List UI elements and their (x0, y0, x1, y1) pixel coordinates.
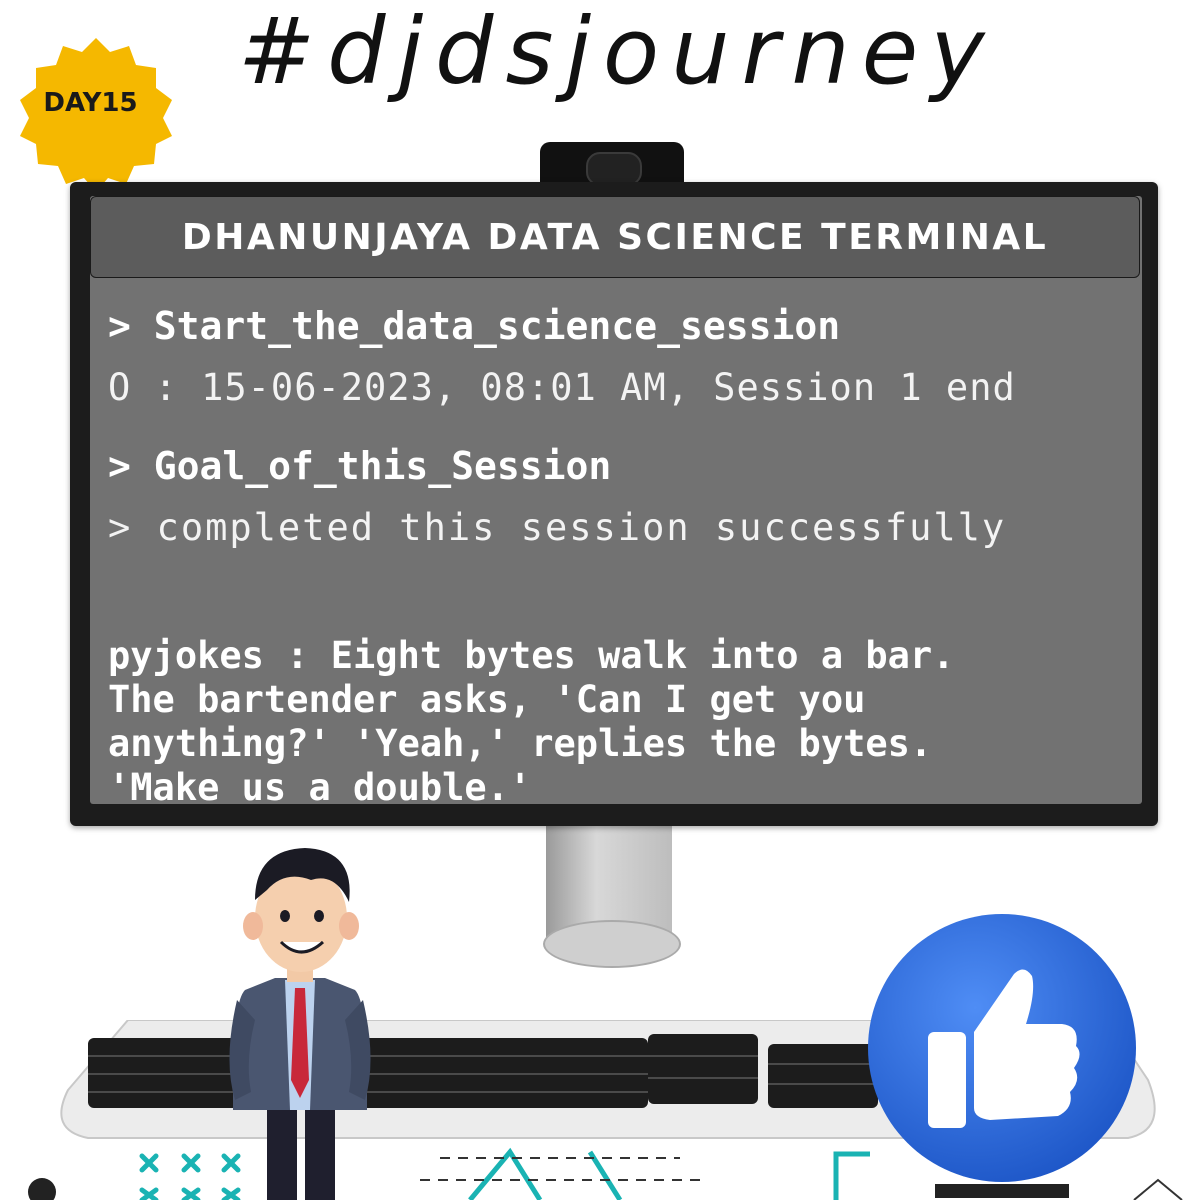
pyjokes-text: pyjokes : Eight bytes walk into a bar. T… (108, 634, 955, 804)
hashtag-title: #djdsjourney (238, 0, 997, 105)
command-start-session: > Start_the_data_science_session (108, 304, 841, 348)
command-goal: > Goal_of_this_Session (108, 444, 612, 488)
terminal-title: DHANUNJAYA DATA SCIENCE TERMINAL (181, 216, 1049, 258)
day-badge-label: DAY15 (43, 88, 138, 118)
terminal-header: DHANUNJAYA DATA SCIENCE TERMINAL (90, 196, 1140, 278)
webcam-lens (586, 152, 642, 186)
output-session-timestamp: O : 15-06-2023, 08:01 AM, Session 1 end (108, 366, 1016, 409)
terminal-screen: DHANUNJAYA DATA SCIENCE TERMINAL > Start… (90, 196, 1142, 804)
monitor-stand-base (543, 920, 681, 968)
output-goal-status: > completed this session successfully (108, 506, 1007, 549)
bottom-decoration (28, 1147, 1183, 1200)
